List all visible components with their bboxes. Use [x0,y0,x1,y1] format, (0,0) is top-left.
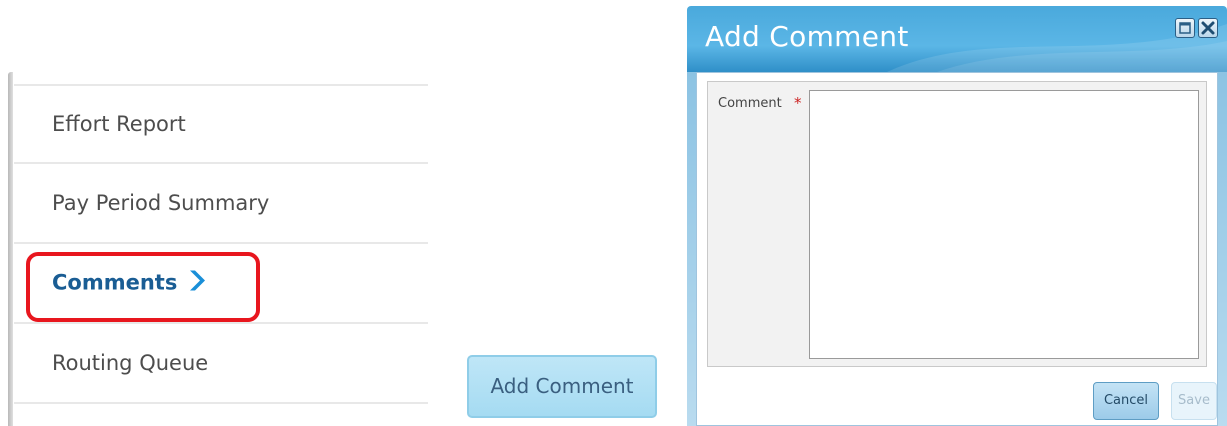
nav-item-label: Effort Report [52,112,186,136]
comment-textarea[interactable] [809,90,1199,359]
dialog-header: Add Comment [687,6,1227,72]
maximize-icon[interactable] [1175,18,1195,38]
add-comment-dialog: Add Comment Comment * Cancel Save [687,6,1227,426]
dialog-title: Add Comment [705,20,909,53]
nav-panel-edge [8,72,13,426]
comment-label: Comment [718,96,782,111]
nav-list: Effort Report Pay Period Summary Comment… [14,84,428,404]
save-button[interactable]: Save [1171,382,1217,420]
required-marker: * [794,94,802,112]
nav-item-label: Pay Period Summary [52,191,270,215]
nav-item-label: Routing Queue [52,351,209,375]
comment-form: Comment * [707,81,1207,367]
close-icon[interactable] [1198,18,1218,38]
nav-item-pay-period-summary[interactable]: Pay Period Summary [14,164,428,244]
nav-item-effort-report[interactable]: Effort Report [14,84,428,164]
cancel-button[interactable]: Cancel [1093,382,1159,420]
add-comment-button[interactable]: Add Comment [467,355,657,418]
dialog-body: Comment * Cancel Save [696,72,1218,426]
highlight-annotation [26,252,260,322]
nav-item-routing-queue[interactable]: Routing Queue [14,324,428,404]
